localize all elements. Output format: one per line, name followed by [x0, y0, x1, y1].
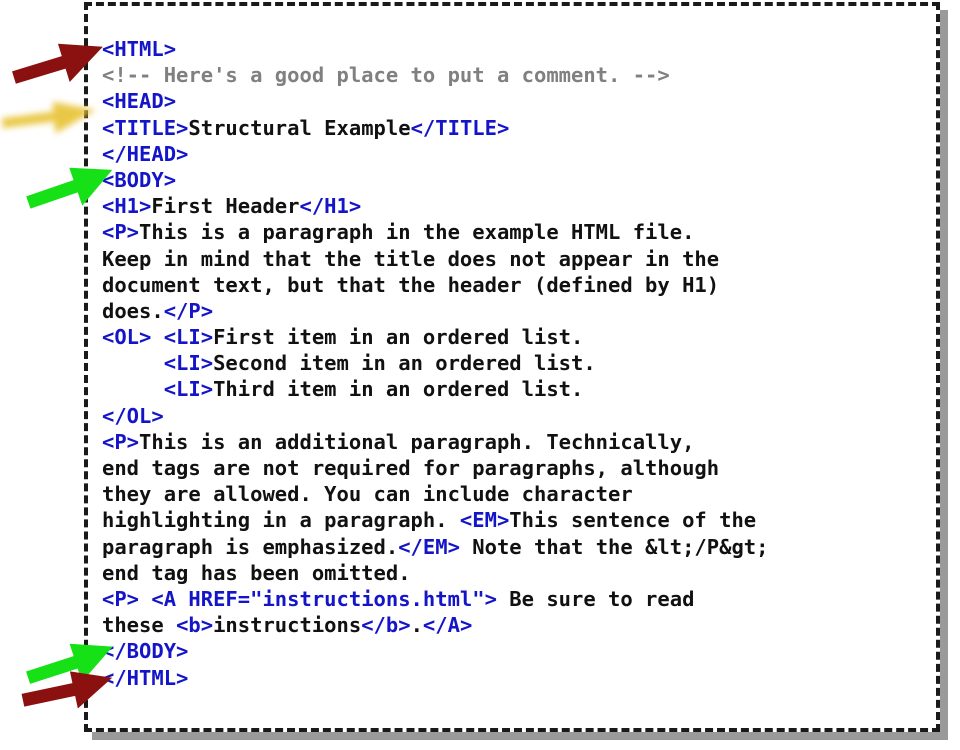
- code-text: does.: [102, 298, 164, 323]
- code-tag: <P>: [102, 586, 140, 611]
- code-tag: <LI>: [163, 351, 214, 376]
- code-tag: </H1>: [299, 194, 362, 219]
- code-line: end tag has been omitted.: [102, 560, 930, 586]
- code-tag: <LI>: [163, 325, 214, 350]
- code-line: <LI>Third item in an ordered list.: [102, 376, 930, 402]
- code-text: Second item in an ordered list.: [213, 351, 596, 376]
- code-tag: <A HREF="instructions.html">: [151, 586, 497, 611]
- code-line: <BODY>: [102, 167, 930, 193]
- code-tag: <P>: [102, 429, 140, 454]
- code-text: highlighting in a paragraph.: [102, 508, 460, 533]
- code-line: </BODY>: [102, 638, 930, 664]
- code-tag: </A>: [422, 613, 473, 638]
- code-text: these: [102, 613, 177, 638]
- code-text: they are allowed. You can include charac…: [102, 482, 633, 507]
- code-tag: </HEAD>: [102, 141, 189, 166]
- code-text: This is an additional paragraph. Technic…: [139, 429, 695, 454]
- code-text: paragraph is emphasized.: [102, 534, 399, 559]
- code-text: This sentence of the: [509, 508, 757, 533]
- code-line: they are allowed. You can include charac…: [102, 481, 930, 507]
- code-tag: <HTML>: [102, 37, 177, 61]
- code-line: these <b>instructions</b>.</A>: [102, 612, 930, 638]
- arrow-html-open-icon: [12, 43, 108, 88]
- code-line: does.</P>: [102, 298, 930, 324]
- code-tag: <EM>: [459, 508, 510, 533]
- arrow-head-blur-icon: [1, 100, 98, 138]
- code-line: <HEAD>: [102, 88, 930, 114]
- code-tag: </OL>: [102, 403, 164, 428]
- code-line: <!-- Here's a good place to put a commen…: [102, 62, 930, 88]
- code-line: </OL>: [102, 403, 930, 429]
- code-tag: </TITLE>: [410, 115, 510, 140]
- code-text: end tag has been omitted.: [102, 560, 411, 585]
- code-line: highlighting in a paragraph. <EM>This se…: [102, 507, 930, 533]
- code-line: document text, but that the header (defi…: [102, 272, 930, 298]
- code-tag: </b>: [361, 613, 411, 638]
- code-tag: </P>: [163, 298, 214, 323]
- code-frame: <HTML> <!-- Here's a good place to put a …: [84, 2, 940, 732]
- code-text: Be sure to read: [496, 586, 695, 611]
- arrow-body-open-icon: [26, 167, 118, 212]
- code-line: <TITLE>Structural Example</TITLE>: [102, 115, 930, 141]
- code-text: document text, but that the header (defi…: [102, 272, 720, 297]
- code-line: </HTML>: [102, 665, 930, 691]
- code-line: </HEAD>: [102, 141, 930, 167]
- code-line: paragraph is emphasized.</EM> Note that …: [102, 534, 930, 560]
- code-tag: <OL>: [102, 325, 152, 350]
- code-text: instructions: [213, 613, 362, 638]
- code-text: Keep in mind that the title does not app…: [102, 246, 720, 271]
- code-text: Structural Example: [188, 115, 411, 140]
- screenshot-stage: <HTML> <!-- Here's a good place to put a …: [0, 0, 960, 750]
- code-text: First item in an ordered list.: [213, 325, 584, 350]
- code-text: .: [410, 613, 423, 638]
- code-tag: <HEAD>: [102, 89, 177, 114]
- code-tag: <TITLE>: [102, 115, 189, 140]
- code-comment: <!-- Here's a good place to put a commen…: [102, 63, 670, 88]
- code-line: Keep in mind that the title does not app…: [102, 246, 930, 272]
- code-line: <P>This is a paragraph in the example HT…: [102, 219, 930, 245]
- code-line: end tags are not required for paragraphs…: [102, 455, 930, 481]
- code-tag: <P>: [102, 220, 140, 245]
- html-code-listing: <HTML> <!-- Here's a good place to put a …: [102, 36, 930, 691]
- code-line: <H1>First Header</H1>: [102, 193, 930, 219]
- arrow-html-close-icon: [21, 671, 116, 714]
- code-tag: <b>: [176, 613, 214, 638]
- code-text: Third item in an ordered list.: [213, 377, 584, 402]
- code-line: <P>This is an additional paragraph. Tech…: [102, 429, 930, 455]
- code-line: <HTML>: [102, 36, 930, 62]
- code-line: <OL> <LI>First item in an ordered list.: [102, 324, 930, 350]
- code-line: <LI>Second item in an ordered list.: [102, 350, 930, 376]
- code-tag: <LI>: [163, 377, 214, 402]
- code-text: This is a paragraph in the example HTML …: [139, 220, 695, 245]
- code-text: end tags are not required for paragraphs…: [102, 456, 720, 480]
- code-text: First Header: [151, 194, 300, 219]
- code-tag: </EM>: [398, 534, 460, 559]
- code-line: <P> <A HREF="instructions.html"> Be sure…: [102, 586, 930, 612]
- code-text: Note that the &lt;/P&gt;: [459, 534, 769, 559]
